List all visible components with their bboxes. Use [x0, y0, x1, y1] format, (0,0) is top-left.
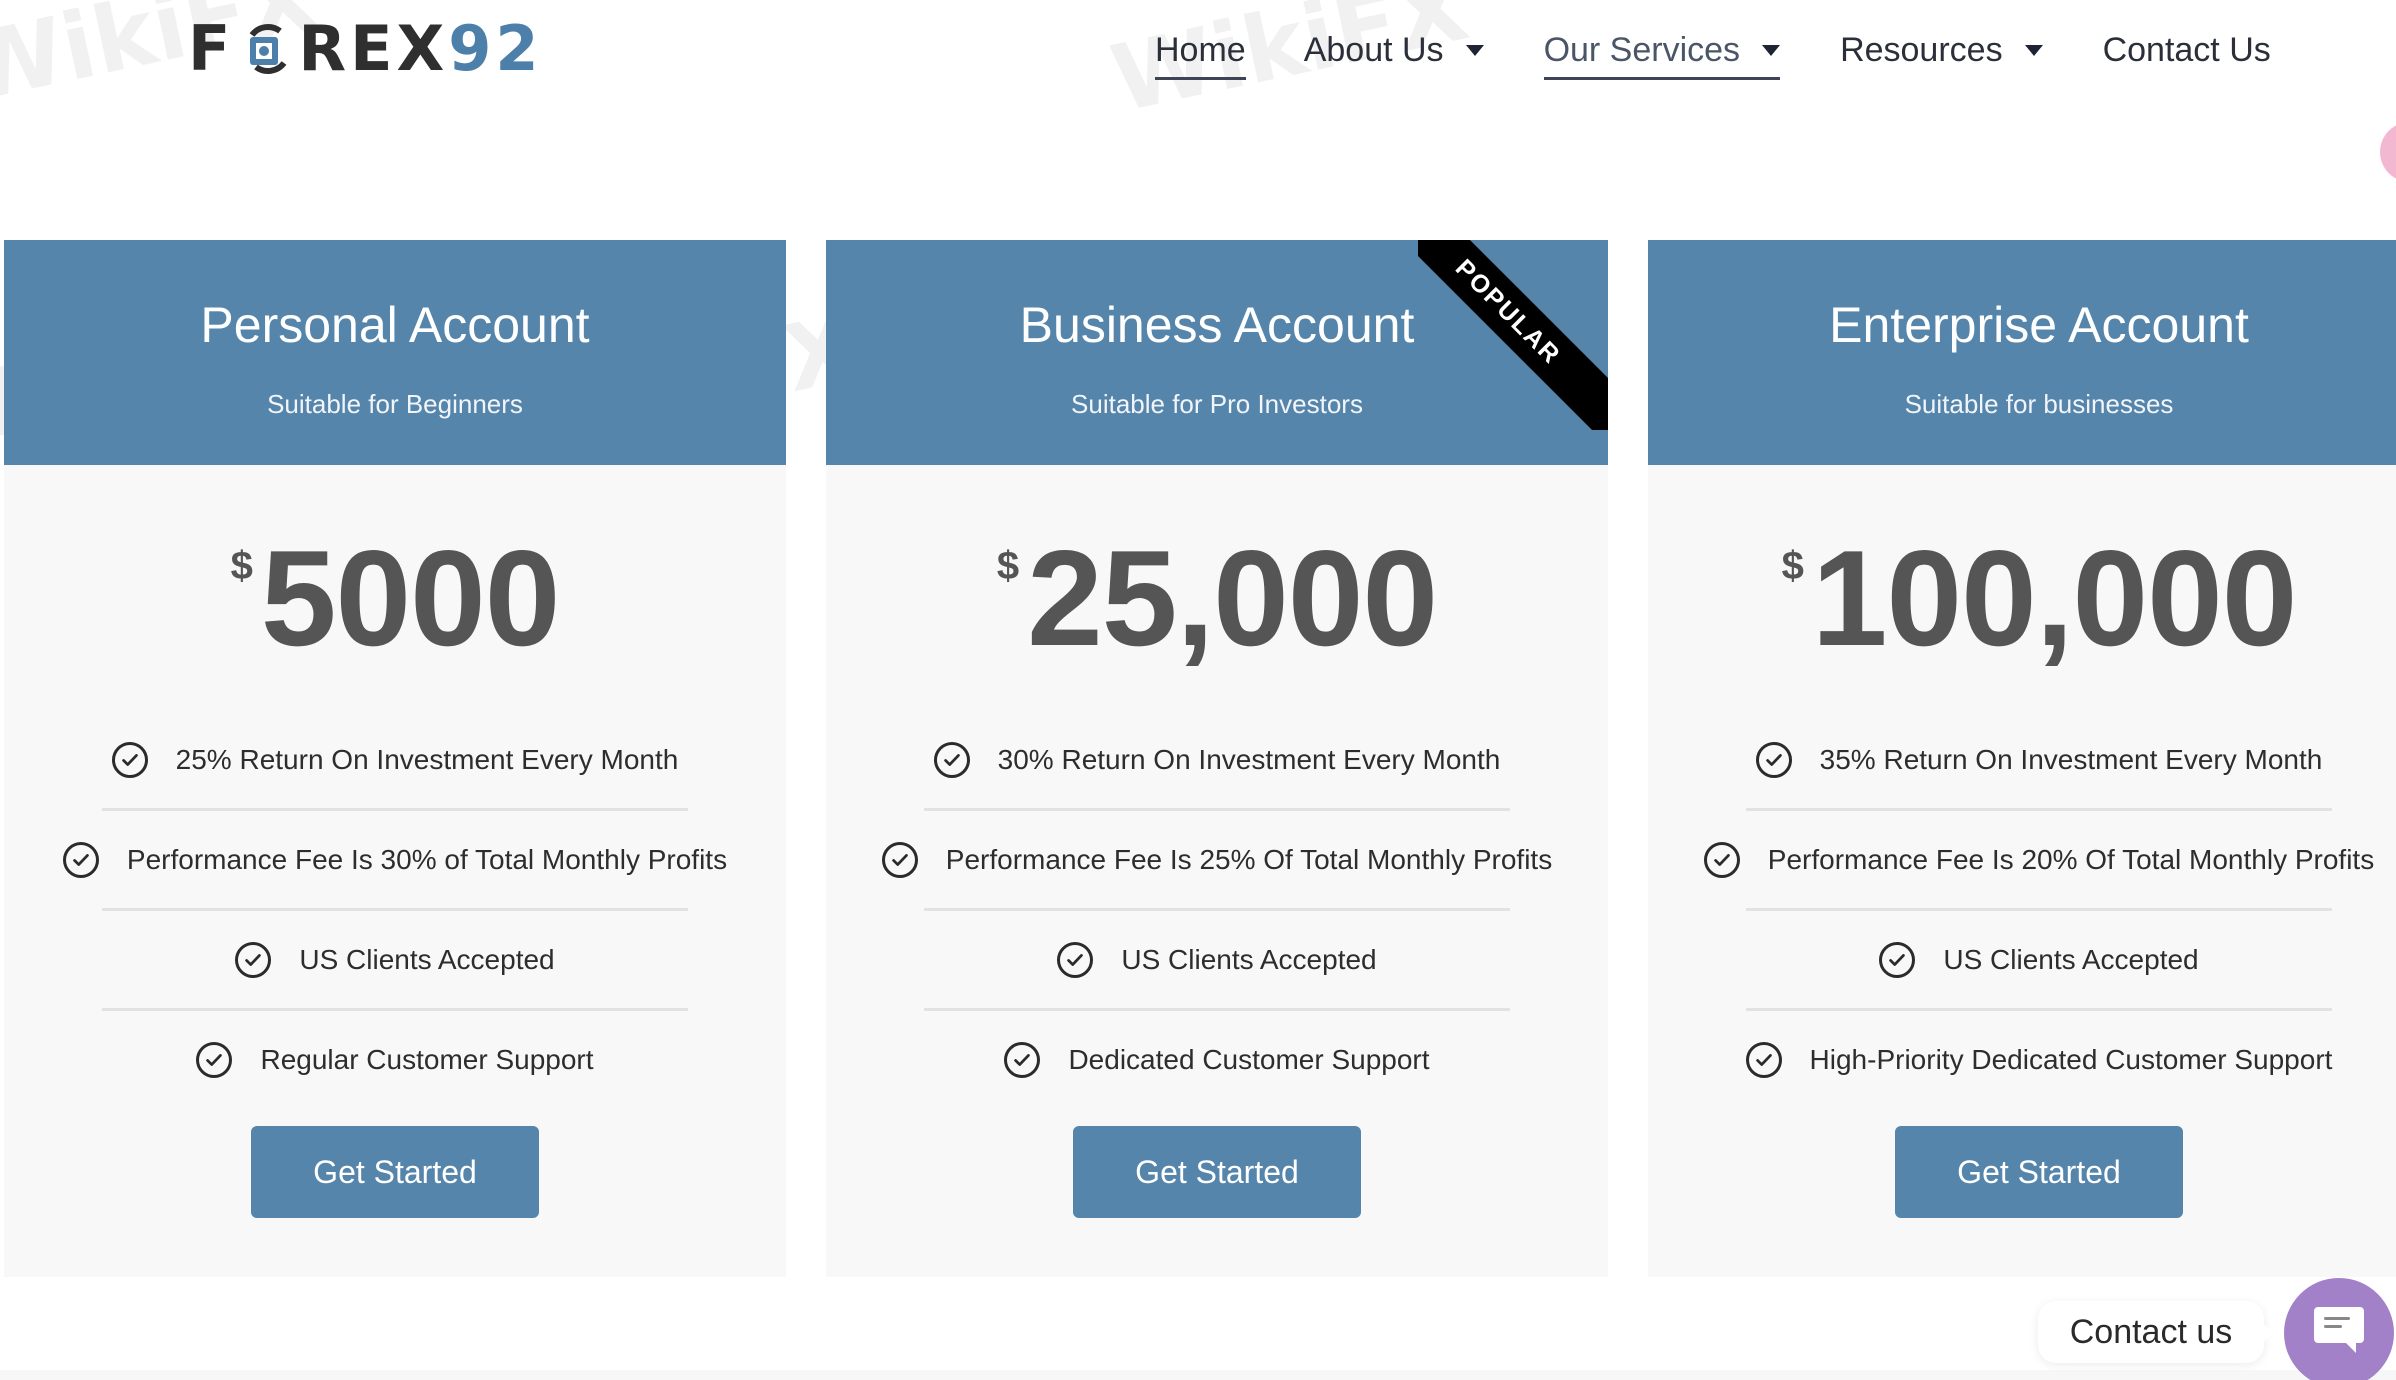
feature-item: Performance Fee Is 30% of Total Monthly … [4, 808, 786, 910]
plan-price: $5000 [4, 530, 786, 666]
nav-about-us-label: About Us [1303, 30, 1444, 69]
caret-down-icon [1465, 44, 1484, 56]
check-circle-icon [1703, 842, 1740, 878]
feature-text: US Clients Accepted [299, 944, 555, 975]
feature-item: US Clients Accepted [1648, 908, 2396, 1010]
feature-list: 30% Return On Investment Every Month Per… [826, 710, 1608, 1110]
nav-about-us[interactable]: About Us [1304, 22, 1484, 78]
price-amount: 5000 [260, 522, 561, 674]
feature-text: Performance Fee Is 25% Of Total Monthly … [945, 844, 1553, 875]
nav-contact-us[interactable]: Contact Us [2103, 22, 2271, 78]
card-header: Personal Account Suitable for Beginners [4, 240, 786, 465]
plan-subtitle: Suitable for businesses [1904, 389, 2174, 419]
pricing-card-business: Business Account Suitable for Pro Invest… [826, 240, 1608, 1277]
chat-launcher-button[interactable] [2284, 1278, 2394, 1380]
card-header: Business Account Suitable for Pro Invest… [826, 240, 1608, 465]
site-logo[interactable]: F REX 92 [188, 18, 543, 80]
plan-subtitle: Suitable for Beginners [267, 389, 523, 419]
chat-bubble-icon [2314, 1307, 2364, 1353]
feature-list: 25% Return On Investment Every Month Per… [4, 710, 786, 1110]
logo-letters: REX [298, 12, 449, 85]
logo-wordmark: F REX 92 [188, 18, 543, 80]
feature-item: US Clients Accepted [4, 908, 786, 1010]
feature-text: Regular Customer Support [260, 1044, 594, 1075]
check-circle-icon [1879, 942, 1916, 978]
nav-home-label: Home [1155, 30, 1246, 69]
nav-contact-us-label: Contact Us [2102, 30, 2271, 69]
price-amount: 100,000 [1811, 522, 2298, 674]
caret-down-icon [1762, 44, 1781, 56]
check-circle-icon [933, 742, 970, 778]
feature-item: Performance Fee Is 25% Of Total Monthly … [826, 808, 1608, 910]
feature-item: 25% Return On Investment Every Month [4, 710, 786, 810]
check-circle-icon [196, 1042, 233, 1078]
feature-list: 35% Return On Investment Every Month Per… [1648, 710, 2396, 1110]
caret-down-icon [2024, 44, 2043, 56]
page-footer-edge [0, 1370, 2396, 1380]
pricing-card-enterprise: Enterprise Account Suitable for business… [1648, 240, 2396, 1277]
feature-text: High-Priority Dedicated Customer Support [1809, 1044, 2333, 1075]
plan-price: $100,000 [1648, 530, 2396, 666]
check-circle-icon [1057, 942, 1094, 978]
currency-symbol: $ [996, 544, 1020, 588]
feature-text: Dedicated Customer Support [1068, 1044, 1430, 1075]
get-started-button[interactable]: Get Started [1895, 1126, 2183, 1218]
plan-title: Personal Account [200, 297, 590, 353]
feature-text: 35% Return On Investment Every Month [1819, 744, 2323, 775]
logo-target-icon [238, 21, 294, 77]
price-amount: 25,000 [1027, 522, 1438, 674]
nav-resources[interactable]: Resources [1840, 22, 2043, 78]
currency-symbol: $ [230, 544, 253, 588]
feature-item: US Clients Accepted [826, 908, 1608, 1010]
check-circle-icon [62, 842, 99, 878]
feature-item: High-Priority Dedicated Customer Support [1648, 1008, 2396, 1110]
popular-ribbon: POPULAR [1418, 240, 1608, 430]
nav-our-services-label: Our Services [1543, 30, 1741, 69]
check-circle-icon [235, 942, 272, 978]
feature-text: Performance Fee Is 30% of Total Monthly … [126, 844, 728, 875]
get-started-button[interactable]: Get Started [251, 1126, 539, 1218]
feature-text: 25% Return On Investment Every Month [175, 744, 679, 775]
card-header: Enterprise Account Suitable for business… [1648, 240, 2396, 465]
currency-symbol: $ [1781, 544, 1804, 588]
logo-letter-f: F [188, 12, 235, 85]
get-started-button[interactable]: Get Started [1073, 1126, 1361, 1218]
feature-item: Dedicated Customer Support [826, 1008, 1608, 1110]
pricing-card-personal: Personal Account Suitable for Beginners … [4, 240, 786, 1277]
floating-widget-edge[interactable] [2380, 122, 2396, 182]
check-circle-icon [881, 842, 918, 878]
plan-title: Enterprise Account [1829, 297, 2249, 353]
contact-us-label-button[interactable]: Contact us [2038, 1301, 2274, 1363]
nav-our-services[interactable]: Our Services [1543, 22, 1781, 80]
feature-text: Performance Fee Is 20% Of Total Monthly … [1767, 844, 2375, 875]
feature-item: 30% Return On Investment Every Month [826, 710, 1608, 810]
check-circle-icon [1755, 742, 1792, 778]
popular-badge: POPULAR [1418, 240, 1608, 430]
check-circle-icon [1004, 1042, 1041, 1078]
feature-text: 30% Return On Investment Every Month [997, 744, 1501, 775]
feature-item: Regular Customer Support [4, 1008, 786, 1110]
plan-price: $25,000 [826, 530, 1608, 666]
logo-number: 92 [448, 12, 543, 85]
feature-text: US Clients Accepted [1121, 944, 1377, 975]
main-nav: Home About Us Our Services Resources Con… [1155, 20, 2271, 80]
nav-resources-label: Resources [1840, 30, 2003, 69]
feature-item: 35% Return On Investment Every Month [1648, 710, 2396, 810]
feature-text: US Clients Accepted [1943, 944, 2199, 975]
check-circle-icon [1745, 1042, 1782, 1078]
nav-home[interactable]: Home [1155, 22, 1246, 80]
check-circle-icon [111, 742, 148, 778]
feature-item: Performance Fee Is 20% Of Total Monthly … [1648, 808, 2396, 910]
